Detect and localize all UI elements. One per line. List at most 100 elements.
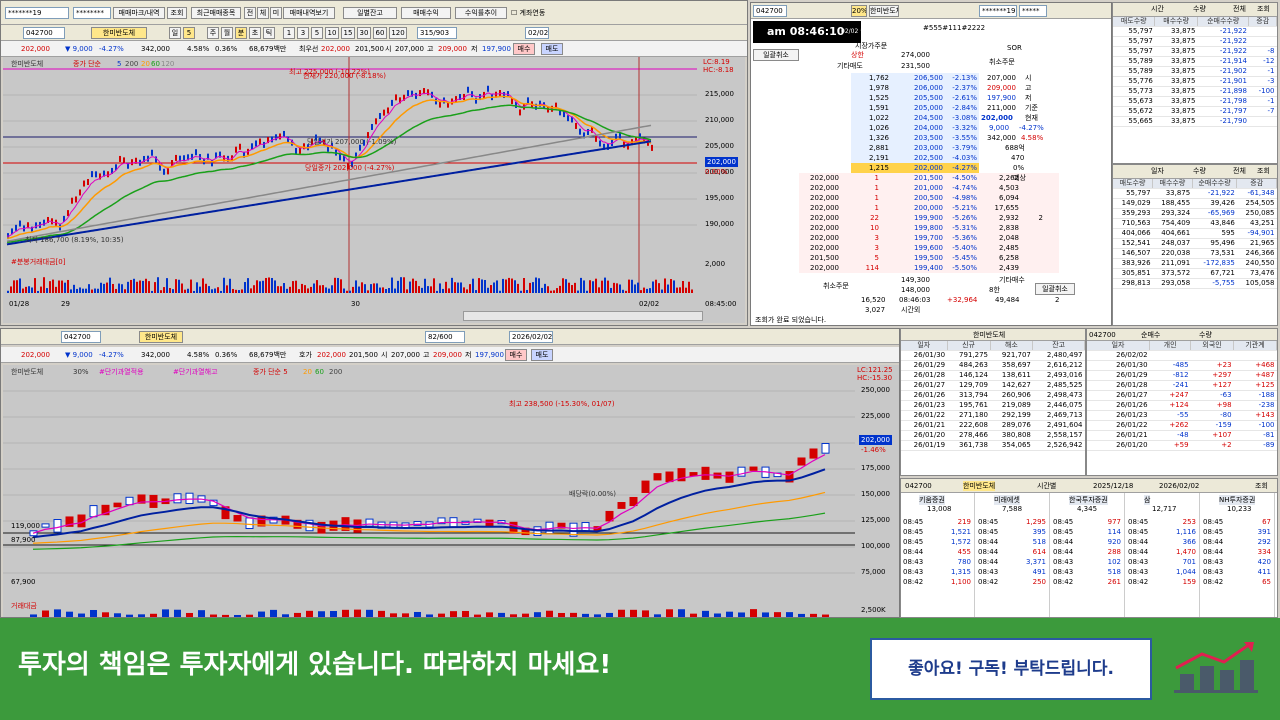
daily-balance-button[interactable]: 일별잔고 — [343, 7, 397, 19]
period-minute[interactable]: 분 — [235, 27, 247, 39]
table-row[interactable]: 26/01/27 +247 -63 -188 — [1087, 390, 1277, 401]
period-month[interactable]: 월 — [221, 27, 233, 39]
top-chart-scrollbar[interactable] — [463, 311, 703, 321]
bulk-cancel-button[interactable]: 일괄취소 — [753, 49, 799, 61]
table-row[interactable]: 55,665 33,875 -21,790 — [1113, 116, 1277, 127]
table-row[interactable]: 26/01/23 195,761 219,089 2,446,075 — [901, 400, 1085, 411]
table-row[interactable]: 149,029 188,455 39,426 254,505 — [1113, 198, 1277, 209]
table-row[interactable]: 55,673 33,875 -21,798 -1 — [1113, 96, 1277, 107]
br-code[interactable]: 042700 — [905, 481, 932, 491]
ask-row[interactable]: 2,191 202,500 -4.03% — [851, 153, 979, 163]
it-code[interactable]: 042700 — [1089, 330, 1116, 340]
table-row[interactable]: 26/01/29 484,263 358,697 2,616,212 — [901, 360, 1085, 371]
ask-row[interactable]: 1,215 202,000 -4.27% — [851, 163, 979, 173]
table-row[interactable]: 404,066 404,661 595 -94,901 — [1113, 228, 1277, 239]
dp-select[interactable]: 일자 — [1151, 166, 1164, 176]
bid-row[interactable]: 202,000 114 199,400 -5.50% 2,439 — [799, 263, 1059, 273]
table-row[interactable]: 26/01/27 129,709 142,627 2,485,525 — [901, 380, 1085, 391]
ask-row[interactable]: 1,022 204,500 -3.08% — [851, 113, 979, 123]
subscribe-box[interactable]: 좋아요! 구독! 부탁드립니다. — [870, 638, 1152, 700]
br-name[interactable]: 한미반도체 — [963, 481, 996, 491]
bid-row[interactable]: 201,500 5 199,500 -5.45% 6,258 — [799, 253, 1059, 263]
profit-trend-button[interactable]: 수익률추이 — [455, 7, 507, 19]
table-row[interactable]: 55,789 33,875 -21,902 -1 — [1113, 66, 1277, 77]
credit-stock-name[interactable]: 한미반도체 — [973, 330, 1005, 340]
data-count-field[interactable]: 315/903 — [417, 27, 457, 39]
ob-footer-bulk-cancel[interactable]: 일괄취소 — [1035, 283, 1075, 295]
account-select[interactable]: *******19 — [5, 7, 69, 19]
ask-row[interactable]: 1,591 205,000 -2.84% — [851, 103, 979, 113]
ob-password-field[interactable]: ***** — [1019, 5, 1047, 17]
table-row[interactable]: 55,773 33,875 -21,898 -100 — [1113, 86, 1277, 97]
stock-name-button[interactable]: 한미반도체 — [91, 27, 147, 39]
trade-history-tab[interactable]: 매매내역보기 — [283, 7, 335, 19]
table-row[interactable]: 152,541 248,037 95,496 21,965 — [1113, 238, 1277, 249]
bid-row[interactable]: 202,000 22 199,900 -5.26% 2,932 2 — [799, 213, 1059, 223]
ob-code-input[interactable]: 042700 — [753, 5, 787, 17]
ob-stock-name[interactable]: 한미반도체 — [869, 5, 899, 17]
table-row[interactable]: 55,672 33,875 -21,797 -7 — [1113, 106, 1277, 117]
sell-button[interactable]: 매도 — [541, 43, 563, 55]
table-row[interactable]: 26/01/20 +59 +2 -89 — [1087, 440, 1277, 451]
table-row[interactable]: 26/01/28 146,124 138,611 2,493,016 — [901, 370, 1085, 381]
bc-sell-button[interactable]: 매도 — [531, 349, 553, 361]
pt-select[interactable]: 시간 — [1151, 4, 1164, 14]
it-sub[interactable]: 수량 — [1199, 330, 1212, 340]
table-row[interactable]: 55,789 33,875 -21,914 -12 — [1113, 56, 1277, 67]
table-row[interactable]: 26/01/26 +124 +98 -238 — [1087, 400, 1277, 411]
filled-tab[interactable]: 체 — [257, 7, 269, 19]
table-row[interactable]: 26/01/23 -55 -80 +143 — [1087, 410, 1277, 421]
all-tab[interactable]: 전 — [244, 7, 256, 19]
table-row[interactable]: 26/01/29 -812 +297 +487 — [1087, 370, 1277, 381]
table-row[interactable]: 26/01/30 -485 +23 +468 — [1087, 360, 1277, 371]
pt-sub[interactable]: 수량 — [1193, 4, 1206, 14]
unfilled-tab[interactable]: 미 — [270, 7, 282, 19]
bid-row[interactable]: 202,000 3 199,700 -5.36% 2,048 — [799, 233, 1059, 243]
br-mode[interactable]: 시간별 — [1037, 481, 1056, 491]
bid-row[interactable]: 202,000 1 200,500 -4.98% 6,094 — [799, 193, 1059, 203]
dp-all[interactable]: 전체 — [1233, 166, 1246, 176]
ask-row[interactable]: 1,978 206,000 -2.37% — [851, 83, 979, 93]
ask-row[interactable]: 1,026 204,000 -3.32% — [851, 123, 979, 133]
bc-date[interactable]: 2026/02/02 — [509, 331, 553, 343]
interval-1[interactable]: 1 — [283, 27, 295, 39]
table-row[interactable]: 26/01/30 791,275 921,707 2,480,497 — [901, 350, 1085, 361]
pt-query[interactable]: 조회 — [1257, 4, 1270, 14]
table-row[interactable]: 26/01/19 361,738 354,065 2,526,942 — [901, 440, 1085, 451]
orderbook-table[interactable]: 일괄취소 상한 274,000 기타매도 231,500 시장가주문 SOR 1… — [751, 42, 1111, 314]
table-row[interactable]: 26/02/02 — [1087, 350, 1277, 361]
bc-count[interactable]: 82/600 — [425, 331, 465, 343]
query-tab[interactable]: 조회 — [167, 7, 187, 19]
table-row[interactable]: 298,813 293,058 -5,755 105,058 — [1113, 278, 1277, 289]
ask-row[interactable]: 2,881 203,000 -3.79% — [851, 143, 979, 153]
table-row[interactable]: 55,797 33,875 -21,922 — [1113, 26, 1277, 37]
password-field[interactable]: ******** — [73, 7, 111, 19]
date-field[interactable]: 02/02 — [525, 27, 549, 39]
period-5[interactable]: 5 — [183, 27, 195, 39]
it-select[interactable]: 순매수 — [1141, 330, 1160, 340]
table-row[interactable]: 26/01/21 -48 +107 -81 — [1087, 430, 1277, 441]
interval-10[interactable]: 10 — [325, 27, 339, 39]
table-row[interactable]: 146,507 220,038 73,531 246,366 — [1113, 248, 1277, 259]
table-row[interactable]: 26/01/21 222,608 289,076 2,491,604 — [901, 420, 1085, 431]
table-row[interactable]: 26/01/26 313,794 260,906 2,498,473 — [901, 390, 1085, 401]
table-row[interactable]: 26/01/28 -241 +127 +125 — [1087, 380, 1277, 391]
br-query[interactable]: 조회 — [1255, 481, 1268, 491]
buy-button[interactable]: 매수 — [513, 43, 535, 55]
bc-stock-name[interactable]: 한미반도체 — [139, 331, 183, 343]
bid-row[interactable]: 202,000 1 200,000 -5.21% 17,655 — [799, 203, 1059, 213]
table-row[interactable]: 55,797 33,875 -21,922 -61,348 — [1113, 188, 1277, 199]
ob-account-field[interactable]: *******19 — [979, 5, 1017, 17]
br-date-to[interactable]: 2026/02/02 — [1159, 481, 1199, 491]
table-row[interactable]: 305,851 373,572 67,721 73,476 — [1113, 268, 1277, 279]
table-row[interactable]: 55,776 33,875 -21,901 -3 — [1113, 76, 1277, 87]
top-price-chart[interactable]: 한미반도체 종가 단순 5 200 20 60 120 최고 225,000 (… — [3, 57, 745, 323]
period-tick[interactable]: 틱 — [263, 27, 275, 39]
stock-code-input[interactable]: 042700 — [23, 27, 65, 39]
bc-code-input[interactable]: 042700 — [61, 331, 101, 343]
account-link-checkbox[interactable]: ☐ 계좌연동 — [511, 8, 545, 18]
interval-3[interactable]: 3 — [297, 27, 309, 39]
bid-row[interactable]: 202,000 10 199,800 -5.31% 2,838 — [799, 223, 1059, 233]
bid-row[interactable]: 202,000 1 201,000 -4.74% 4,503 — [799, 183, 1059, 193]
interval-30[interactable]: 30 — [357, 27, 371, 39]
